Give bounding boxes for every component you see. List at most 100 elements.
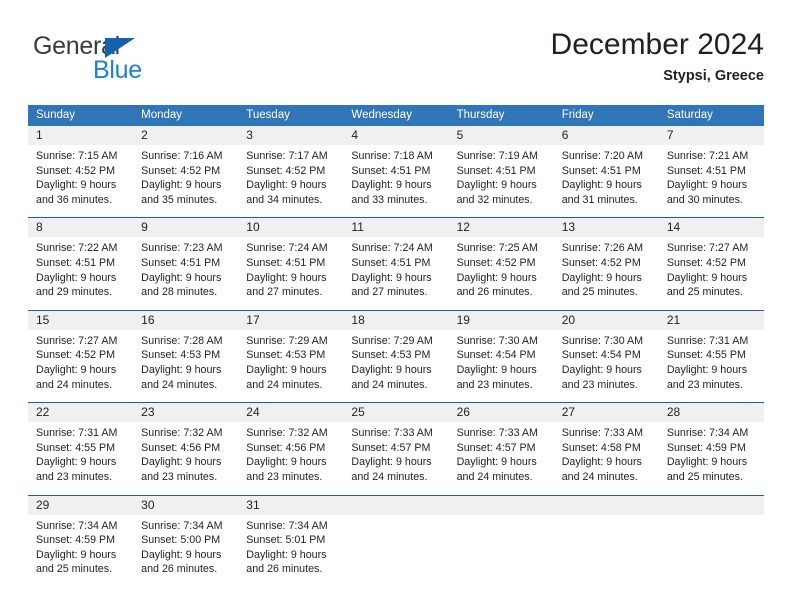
sunrise-text: Sunrise: 7:20 AM bbox=[561, 150, 644, 162]
calendar-day-cell[interactable]: 13 Sunrise: 7:26 AM Sunset: 4:52 PM Dayligh… bbox=[553, 218, 659, 309]
sunrise-text: Sunrise: 7:34 AM bbox=[666, 427, 749, 440]
sunset-text: Sunset: 5:00 PM bbox=[141, 534, 221, 547]
calendar-day-cell[interactable]: 1 Sunrise: 7:15 AM Sunset: 4:52 PM Daylight… bbox=[28, 126, 134, 217]
day-number: 5 bbox=[456, 128, 464, 142]
day-number: 16 bbox=[141, 312, 155, 327]
sunset-text: Sunset: 5:01 PM bbox=[246, 534, 326, 547]
daylight-text-line1: Daylight: 9 hours bbox=[666, 456, 748, 469]
day-details: Sunrise: 7:22 AM Sunset: 4:51 PM Daylight:… bbox=[28, 237, 133, 299]
calendar-grid: Sunday Monday Tuesday Wednesday Thursday… bbox=[28, 105, 764, 587]
calendar-day-cell[interactable]: 27 Sunrise: 7:33 AM Sunset: 4:58 PM Dayligh… bbox=[553, 403, 659, 494]
daylight-text-line1: Daylight: 9 hours bbox=[141, 363, 222, 376]
calendar-week-row: 8 Sunrise: 7:22 AM Sunset: 4:51 PM Daylight… bbox=[28, 217, 764, 309]
daylight-text-line2: and 31 minutes. bbox=[561, 193, 638, 206]
calendar-day-cell[interactable]: 31 Sunrise: 7:34 AM Sunset: 5:01 PM Dayligh… bbox=[238, 495, 344, 587]
day-number-band bbox=[658, 495, 764, 515]
daylight-text-line1: Daylight: 9 hours bbox=[141, 548, 222, 561]
daylight-text-line2: and 29 minutes. bbox=[36, 286, 113, 299]
calendar-day-cell[interactable]: 5 Sunrise: 7:19 AM Sunset: 4:51 PM Daylight… bbox=[448, 126, 554, 217]
day-number-band: 23 bbox=[133, 403, 239, 423]
sunset-text: Sunset: 4:52 PM bbox=[246, 164, 326, 177]
sunrise-text: Sunrise: 7:22 AM bbox=[36, 242, 118, 255]
day-number-band: 6 bbox=[553, 126, 659, 145]
sunset-text: Sunset: 4:59 PM bbox=[666, 441, 746, 454]
day-details: Sunrise: 7:27 AM Sunset: 4:52 PM Daylight:… bbox=[28, 330, 133, 392]
day-details: Sunrise: 7:15 AM Sunset: 4:52 PM Daylight:… bbox=[28, 145, 133, 207]
sunset-text: Sunset: 4:52 PM bbox=[36, 349, 116, 362]
sunrise-text: Sunrise: 7:16 AM bbox=[141, 150, 223, 162]
day-number: 18 bbox=[351, 312, 365, 327]
day-number-band: 11 bbox=[343, 218, 449, 238]
weekday-wednesday: Wednesday bbox=[351, 109, 412, 121]
calendar-day-cell[interactable]: 9 Sunrise: 7:23 AM Sunset: 4:51 PM Daylight… bbox=[133, 218, 239, 309]
calendar-day-cell[interactable]: 6 Sunrise: 7:20 AM Sunset: 4:51 PM Daylight… bbox=[553, 126, 659, 217]
calendar-day-cell[interactable]: 20 Sunrise: 7:30 AM Sunset: 4:54 PM Dayligh… bbox=[553, 310, 659, 402]
calendar-day-cell[interactable]: 14 Sunrise: 7:27 AM Sunset: 4:52 PM Dayligh… bbox=[658, 218, 764, 309]
sunset-text: Sunset: 4:51 PM bbox=[666, 164, 746, 177]
day-number-band: 22 bbox=[28, 403, 134, 423]
calendar-day-cell-empty bbox=[448, 495, 554, 587]
calendar-day-cell[interactable]: 24 Sunrise: 7:32 AM Sunset: 4:56 PM Dayligh… bbox=[238, 403, 344, 494]
calendar-day-cell[interactable]: 2 Sunrise: 7:16 AM Sunset: 4:52 PM Daylight… bbox=[133, 126, 239, 217]
day-details: Sunrise: 7:21 AM Sunset: 4:51 PM Daylight:… bbox=[659, 145, 764, 207]
calendar-day-cell[interactable]: 15 Sunrise: 7:27 AM Sunset: 4:52 PM Dayligh… bbox=[28, 310, 134, 402]
calendar-day-cell[interactable]: 25 Sunrise: 7:33 AM Sunset: 4:57 PM Dayligh… bbox=[343, 403, 449, 494]
day-number: 22 bbox=[36, 405, 50, 420]
sunrise-text: Sunrise: 7:30 AM bbox=[456, 334, 538, 347]
daylight-text-line2: and 25 minutes. bbox=[561, 286, 638, 299]
daylight-text-line2: and 24 minutes. bbox=[36, 378, 113, 391]
daylight-text-line1: Daylight: 9 hours bbox=[246, 271, 327, 284]
calendar-day-cell[interactable]: 12 Sunrise: 7:25 AM Sunset: 4:52 PM Dayligh… bbox=[448, 218, 554, 309]
day-number: 21 bbox=[666, 312, 681, 327]
calendar-day-cell[interactable]: 8 Sunrise: 7:22 AM Sunset: 4:51 PM Daylight… bbox=[28, 218, 134, 309]
calendar-day-cell[interactable]: 18 Sunrise: 7:29 AM Sunset: 4:53 PM Dayligh… bbox=[343, 310, 449, 402]
daylight-text-line2: and 30 minutes. bbox=[666, 193, 743, 206]
calendar-day-cell[interactable]: 4 Sunrise: 7:18 AM Sunset: 4:51 PM Daylight… bbox=[343, 126, 449, 217]
day-number-band bbox=[553, 495, 659, 515]
calendar-day-cell[interactable]: 30 Sunrise: 7:34 AM Sunset: 5:00 PM Dayligh… bbox=[133, 495, 239, 587]
sunset-text: Sunset: 4:52 PM bbox=[561, 256, 641, 269]
day-number: 12 bbox=[456, 220, 470, 235]
day-details: Sunrise: 7:34 AM Sunset: 5:01 PM Daylight:… bbox=[238, 515, 343, 577]
calendar-day-cell[interactable]: 11 Sunrise: 7:24 AM Sunset: 4:51 PM Dayligh… bbox=[343, 218, 449, 309]
daylight-text-line2: and 34 minutes. bbox=[246, 193, 323, 206]
day-details: Sunrise: 7:32 AM Sunset: 4:56 PM Daylight:… bbox=[133, 422, 238, 484]
day-number-band: 15 bbox=[28, 310, 134, 330]
day-number: 3 bbox=[246, 128, 253, 142]
calendar-day-cell[interactable]: 28 Sunrise: 7:34 AM Sunset: 4:59 PM Dayligh… bbox=[658, 403, 764, 494]
daylight-text-line2: and 23 minutes. bbox=[36, 470, 113, 483]
calendar-day-cell[interactable]: 3 Sunrise: 7:17 AM Sunset: 4:52 PM Daylight… bbox=[238, 126, 344, 217]
sunset-text: Sunset: 4:52 PM bbox=[141, 164, 221, 177]
calendar-day-cell[interactable]: 17 Sunrise: 7:29 AM Sunset: 4:53 PM Dayligh… bbox=[238, 310, 344, 402]
calendar-day-cell[interactable]: 16 Sunrise: 7:28 AM Sunset: 4:53 PM Dayligh… bbox=[133, 310, 239, 402]
sunrise-text: Sunrise: 7:27 AM bbox=[36, 334, 118, 347]
day-number-band bbox=[343, 495, 449, 515]
brand-logo[interactable]: General Blue bbox=[33, 32, 253, 88]
calendar-week-row: 1 Sunrise: 7:15 AM Sunset: 4:52 PM Daylight… bbox=[28, 126, 764, 217]
sunrise-text: Sunrise: 7:33 AM bbox=[561, 427, 644, 440]
day-number-band bbox=[448, 495, 554, 515]
daylight-text-line1: Daylight: 9 hours bbox=[141, 456, 222, 469]
daylight-text-line2: and 25 minutes. bbox=[666, 470, 743, 483]
day-details: Sunrise: 7:34 AM Sunset: 4:59 PM Daylight:… bbox=[659, 422, 764, 484]
brand-triangle-icon bbox=[105, 38, 135, 58]
calendar-day-cell[interactable]: 26 Sunrise: 7:33 AM Sunset: 4:57 PM Dayligh… bbox=[448, 403, 554, 494]
daylight-text-line1: Daylight: 9 hours bbox=[246, 363, 327, 376]
calendar-day-cell[interactable]: 22 Sunrise: 7:31 AM Sunset: 4:55 PM Dayligh… bbox=[28, 403, 134, 494]
day-number-band: 20 bbox=[553, 310, 659, 330]
daylight-text-line2: and 24 minutes. bbox=[351, 378, 428, 391]
daylight-text-line2: and 25 minutes. bbox=[36, 563, 113, 576]
calendar-day-cell[interactable]: 21 Sunrise: 7:31 AM Sunset: 4:55 PM Dayligh… bbox=[658, 310, 764, 402]
calendar-day-cell[interactable]: 19 Sunrise: 7:30 AM Sunset: 4:54 PM Dayligh… bbox=[448, 310, 554, 402]
calendar-day-cell[interactable]: 29 Sunrise: 7:34 AM Sunset: 4:59 PM Dayligh… bbox=[28, 495, 134, 587]
day-number-band: 29 bbox=[28, 495, 134, 515]
calendar-day-cell[interactable]: 23 Sunrise: 7:32 AM Sunset: 4:56 PM Dayligh… bbox=[133, 403, 239, 494]
day-number: 25 bbox=[351, 405, 365, 420]
sunrise-text: Sunrise: 7:17 AM bbox=[246, 150, 328, 162]
calendar-day-cell[interactable]: 10 Sunrise: 7:24 AM Sunset: 4:51 PM Dayligh… bbox=[238, 218, 344, 309]
daylight-text-line2: and 32 minutes. bbox=[456, 193, 533, 206]
daylight-text-line2: and 23 minutes. bbox=[561, 378, 638, 391]
daylight-text-line2: and 28 minutes. bbox=[141, 286, 218, 299]
day-details: Sunrise: 7:29 AM Sunset: 4:53 PM Daylight:… bbox=[238, 330, 343, 392]
calendar-day-cell[interactable]: 7 Sunrise: 7:21 AM Sunset: 4:51 PM Daylight… bbox=[658, 126, 764, 217]
